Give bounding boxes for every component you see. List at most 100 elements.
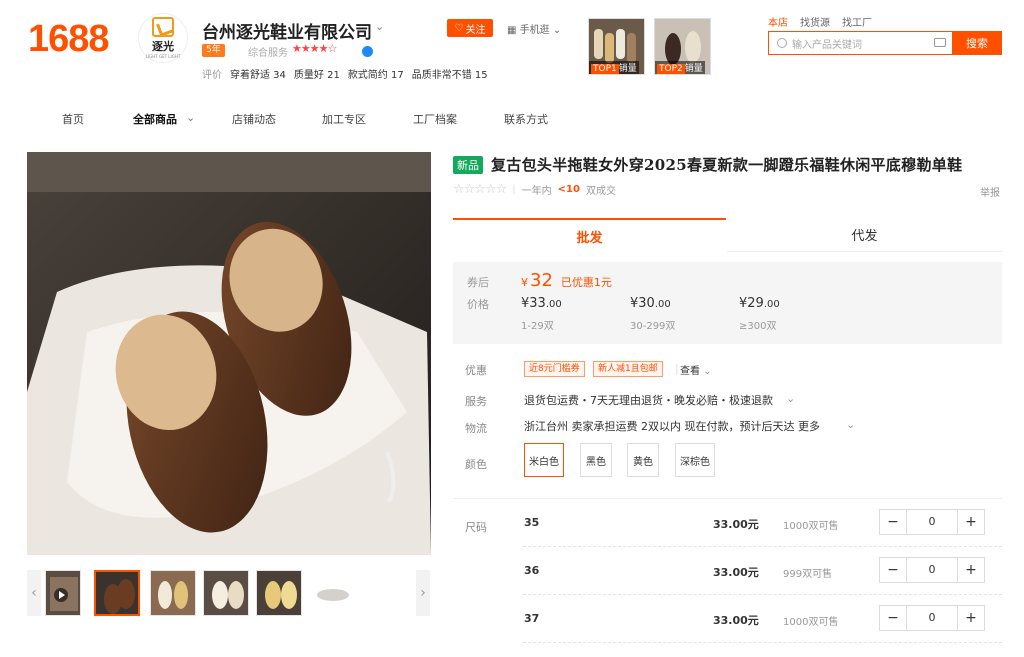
product-title: 复古包头半拖鞋女外穿2025春夏新款一脚蹬乐福鞋休闲平底穆勒单鞋	[491, 156, 963, 174]
chevron-down-icon[interactable]: ⌄	[375, 20, 384, 33]
nav-item-factory[interactable]: 工厂档案	[413, 111, 457, 127]
rating-row: ☆☆☆☆☆ | 一年内 <10 双成交	[453, 182, 616, 197]
shop-avatar[interactable]: 逐光 LIGHT GET LIGHT	[138, 13, 188, 63]
product-photo: BALEN	[27, 152, 431, 555]
nav-item-all-products[interactable]: 全部商品	[133, 111, 177, 127]
coupon-saved: 已优惠1元	[560, 276, 612, 289]
follow-label: 关注	[465, 24, 486, 36]
price-panel: 券后 ¥32 已优惠1元 价格 ¥33.00 1-29双 ¥30.00 30-2…	[453, 262, 1002, 344]
thumb-prev-button[interactable]: ‹	[27, 570, 41, 616]
thumb-image	[257, 571, 301, 615]
mobile-shop-link[interactable]: ▦ 手机逛 ⌄	[507, 21, 561, 36]
search-button[interactable]: 搜索	[952, 31, 1002, 55]
sales-suffix: 双成交	[585, 186, 616, 197]
price-label: 价格	[467, 298, 489, 311]
service-text: 退货包运费・7天无理由退货・晚发必赔・极速退款	[524, 394, 773, 407]
increment-button[interactable]: +	[958, 514, 984, 530]
price-tier: ¥29.00 ≥300双	[739, 296, 780, 332]
chevron-down-icon[interactable]: ⌄	[786, 392, 795, 405]
chevron-down-icon[interactable]: ⌄	[846, 418, 855, 431]
decrement-button[interactable]: −	[880, 514, 906, 530]
top-rank-label: TOP2 销量	[655, 61, 705, 74]
search-tab-shop[interactable]: 本店	[768, 14, 788, 29]
thumb-next-button[interactable]: ›	[416, 570, 430, 616]
size-row: 35 33.00元 1000双可售 − 0 +	[453, 498, 1002, 546]
color-option[interactable]: 黑色	[580, 443, 612, 477]
top-product-thumbnail[interactable]: TOP1 销量	[588, 18, 645, 75]
mobile-label: 手机逛	[519, 25, 550, 36]
tab-dropship[interactable]: 代发	[727, 218, 1002, 252]
color-label: 颜色	[465, 458, 487, 471]
review-tag[interactable]: 款式简约 17	[348, 66, 404, 81]
rating-stars: ☆☆☆☆☆	[453, 182, 507, 197]
decrement-button[interactable]: −	[880, 610, 906, 626]
coupon-price-label: 券后	[467, 276, 489, 289]
camera-icon[interactable]	[934, 38, 946, 47]
review-tag[interactable]: 穿着舒适 34	[230, 66, 286, 81]
search-tab-source[interactable]: 找货源	[800, 14, 830, 29]
image-thumbnail[interactable]	[94, 570, 140, 616]
increment-button[interactable]: +	[958, 610, 984, 626]
video-thumbnail[interactable]	[45, 570, 81, 616]
color-option[interactable]: 深棕色	[675, 443, 715, 477]
nav-item-updates[interactable]: 店铺动态	[232, 111, 276, 127]
search-input[interactable]: 输入产品关键词	[768, 31, 952, 55]
image-thumbnail[interactable]	[150, 570, 196, 616]
size-price: 33.00元	[713, 518, 759, 531]
decrement-button[interactable]: −	[880, 562, 906, 578]
quantity-input[interactable]: 0	[906, 558, 958, 582]
qrcode-icon: ▦	[507, 25, 517, 36]
offers-label: 优惠	[465, 364, 487, 377]
tab-wholesale[interactable]: 批发	[453, 218, 726, 252]
row-divider	[523, 642, 1002, 643]
coupon-price: ¥32 已优惠1元	[521, 270, 612, 291]
verified-icon	[362, 46, 373, 57]
logistics-label: 物流	[465, 422, 487, 435]
nav-item-processing[interactable]: 加工专区	[322, 111, 366, 127]
logistics-text: 浙江台州 卖家承担运费 2双以内 现在付款，预计后天达 更多	[524, 420, 820, 433]
review-label: 评价	[202, 70, 222, 81]
chevron-down-icon[interactable]: ⌄	[186, 111, 195, 124]
quantity-input[interactable]: 0	[906, 510, 958, 534]
coupon-tag[interactable]: 近8元门槛券	[524, 361, 585, 377]
increment-button[interactable]: +	[958, 562, 984, 578]
color-option[interactable]: 米白色	[524, 443, 564, 477]
service-rating-stars: ★★★★☆	[292, 42, 337, 55]
image-thumbnail[interactable]	[203, 570, 249, 616]
service-label: 服务	[465, 395, 487, 408]
thumb-image	[96, 572, 138, 614]
main-product-image[interactable]: BALEN	[27, 152, 431, 555]
coupon-tag[interactable]: 新人减1且包邮	[593, 361, 663, 377]
thumb-image	[204, 571, 248, 615]
quantity-input[interactable]: 0	[906, 606, 958, 630]
nav-item-home[interactable]: 首页	[62, 111, 84, 127]
shop-name[interactable]: 台州逐光鞋业有限公司	[202, 18, 372, 43]
size-value: 35	[524, 516, 540, 529]
size-row: 37 33.00元 1000双可售 − 0 +	[453, 594, 1002, 642]
search-scope-tabs: 本店 找货源 找工厂	[768, 14, 872, 29]
service-score-label: 综合服务	[248, 48, 288, 59]
search-tab-factory[interactable]: 找工厂	[842, 14, 872, 29]
size-value: 37	[524, 612, 540, 625]
report-link[interactable]: 举报	[980, 184, 1000, 199]
color-option[interactable]: 黄色	[627, 443, 659, 477]
site-logo[interactable]: 1688	[28, 18, 110, 61]
top-product-thumbnail[interactable]: TOP2 销量	[654, 18, 711, 75]
chevron-down-icon: ⌄	[703, 366, 712, 377]
review-tag[interactable]: 质量好 21	[294, 66, 340, 81]
search-placeholder: 输入产品关键词	[792, 39, 862, 51]
new-product-badge: 新品	[453, 156, 483, 174]
image-thumbnail[interactable]	[256, 570, 302, 616]
review-tag[interactable]: 品质非常不错 15	[412, 66, 488, 81]
view-offers-button[interactable]: 查看 ⌄	[680, 362, 712, 377]
quantity-stepper: − 0 +	[879, 605, 985, 631]
size-stock: 1000双可售	[783, 521, 839, 532]
nav-item-contact[interactable]: 联系方式	[504, 111, 548, 127]
size-value: 36	[524, 564, 540, 577]
image-thumbnail[interactable]	[309, 570, 355, 616]
quantity-stepper: − 0 +	[879, 509, 985, 535]
top-rank-label: TOP1 销量	[589, 61, 639, 74]
shop-avatar-subtext: LIGHT GET LIGHT	[145, 54, 181, 59]
follow-button[interactable]: ♡ 关注	[447, 19, 493, 37]
size-stock: 999双可售	[783, 569, 833, 580]
